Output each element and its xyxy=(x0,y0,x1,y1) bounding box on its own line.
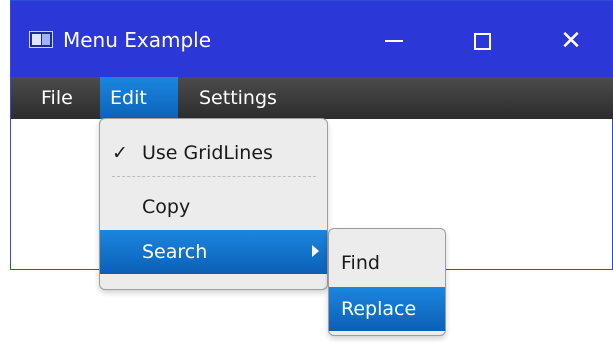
window-title: Menu Example xyxy=(63,28,212,52)
menu-item-label: Copy xyxy=(142,196,191,218)
menu-item-search[interactable]: Search xyxy=(100,230,327,274)
menu-edit[interactable]: Edit xyxy=(100,77,178,119)
title-bar[interactable]: Menu Example ✕ xyxy=(11,1,613,77)
maximize-button[interactable] xyxy=(451,15,513,67)
minimize-button[interactable] xyxy=(363,15,425,67)
menu-settings[interactable]: Settings xyxy=(189,77,287,119)
menu-item-label: Use GridLines xyxy=(142,142,273,164)
submenu-arrow-icon xyxy=(312,245,319,257)
menu-separator xyxy=(112,176,316,177)
menu-item-replace[interactable]: Replace xyxy=(329,287,445,331)
close-icon: ✕ xyxy=(560,26,582,56)
maximize-icon xyxy=(473,32,491,50)
checkmark-icon: ✓ xyxy=(112,142,128,164)
menu-file[interactable]: File xyxy=(31,77,83,119)
search-submenu: Find Replace xyxy=(328,228,446,336)
menu-bar: File Edit Settings xyxy=(11,77,613,119)
app-window-icon xyxy=(29,31,53,48)
menu-item-label: Search xyxy=(142,241,208,263)
menu-item-find[interactable]: Find xyxy=(329,241,445,285)
edit-dropdown-menu: ✓ Use GridLines Copy Search xyxy=(99,118,328,290)
menu-item-use-gridlines[interactable]: ✓ Use GridLines xyxy=(100,131,327,175)
menu-item-copy[interactable]: Copy xyxy=(100,185,327,229)
minimize-icon xyxy=(385,40,403,42)
close-button[interactable]: ✕ xyxy=(540,15,602,67)
